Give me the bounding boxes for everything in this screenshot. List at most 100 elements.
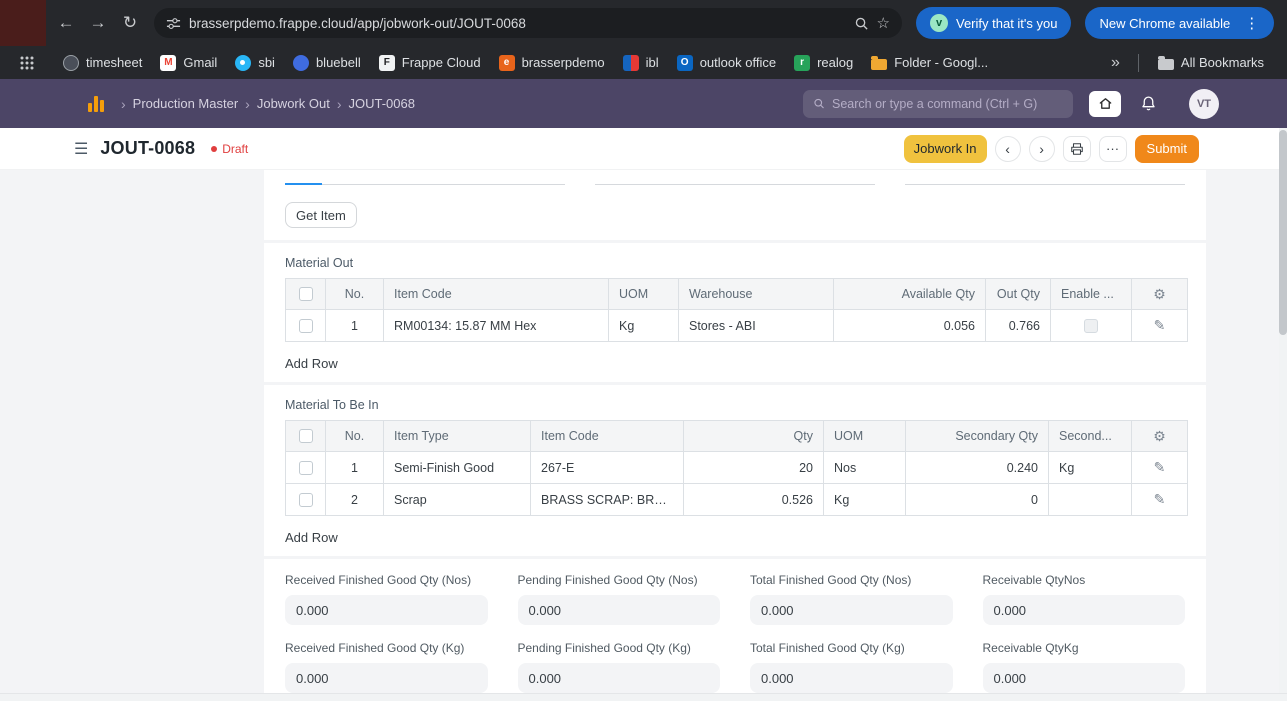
cell-qty[interactable]: 0.526 [683,483,824,516]
all-bookmarks-button[interactable]: All Bookmarks [1149,52,1273,73]
bell-icon [1141,96,1155,111]
cell-warehouse[interactable]: Stores - ABI [678,309,834,342]
field-total-fg-nos: Total Finished Good Qty (Nos) 0.000 [750,573,953,625]
bookmarks-overflow-icon[interactable]: » [1103,52,1128,74]
next-document-button[interactable]: › [1028,135,1055,162]
notifications-button[interactable] [1137,93,1159,115]
cell-uom[interactable]: Nos [823,451,906,484]
row-checkbox[interactable] [298,460,313,475]
reload-icon[interactable]: ↻ [114,7,146,39]
material-out-add-row-button[interactable]: Add Row [277,350,346,376]
browser-menu-icon[interactable]: ⋮ [1244,14,1260,32]
bookmark-label: ibl [645,55,659,70]
horizontal-scrollbar[interactable] [0,693,1287,701]
bookmark-label: Frappe Cloud [401,55,481,70]
form-card: Get Item Material Out No. Item Code UOM … [264,170,1206,701]
bookmark-label: Folder - Googl... [894,55,989,70]
get-item-button[interactable]: Get Item [285,202,357,228]
breadcrumb-jobwork-out[interactable]: Jobwork Out [257,96,330,111]
table-row[interactable]: 2 Scrap BRASS SCRAP: BRASS ... 0.526 Kg … [285,483,1188,516]
row-checkbox[interactable] [298,318,313,333]
cell-secondary-uom[interactable]: Kg [1048,451,1132,484]
bookmark-sbi[interactable]: sbi [226,52,284,74]
verify-identity-button[interactable]: v Verify that it's you [916,7,1072,39]
print-button[interactable] [1062,135,1091,162]
grid-settings-gear-icon[interactable]: ⚙ [1153,286,1166,302]
bookmark-realog[interactable]: r realog [785,52,862,74]
cell-item-code[interactable]: BRASS SCRAP: BRASS ... [530,483,684,516]
form-field-underline[interactable] [595,171,875,185]
bluebell-favicon-icon [292,54,309,71]
search-lens-icon[interactable] [854,16,869,31]
global-search[interactable] [803,89,1073,118]
row-checkbox[interactable] [298,492,313,507]
back-icon[interactable]: ← [50,7,82,39]
menu-ellipsis-button[interactable]: ··· [1098,135,1127,162]
edit-row-pencil-icon[interactable]: ✎ [1154,459,1166,475]
cell-secondary-qty[interactable]: 0.240 [905,451,1049,484]
cell-uom[interactable]: Kg [823,483,906,516]
cell-qty[interactable]: 20 [683,451,824,484]
col-secondary-uom: Second... [1048,420,1132,452]
select-all-checkbox[interactable] [298,287,313,302]
grid-settings-gear-icon[interactable]: ⚙ [1153,428,1166,444]
bookmark-outlook-office[interactable]: O outlook office [668,52,785,74]
apps-grid-icon[interactable] [14,53,40,73]
breadcrumb-production-master[interactable]: Production Master [133,96,239,111]
field-label: Total Finished Good Qty (Nos) [750,573,912,587]
select-all-checkbox[interactable] [298,429,313,444]
gmail-favicon-icon: M [160,54,177,71]
col-no: No. [325,278,384,310]
form-field-underline[interactable] [905,171,1185,185]
browser-toolbar: ← → ↻ brasserpdemo.frappe.cloud/app/jobw… [0,0,1287,46]
cell-item-type[interactable]: Scrap [383,483,531,516]
col-item-code: Item Code [530,420,684,452]
material-out-table: No. Item Code UOM Warehouse Available Qt… [285,278,1188,342]
vertical-scrollbar[interactable] [1279,128,1287,693]
forward-icon[interactable]: → [82,7,114,39]
app-logo-icon[interactable] [88,95,104,112]
field-receivable-qty-nos: Receivable QtyNos 0.000 [982,573,1185,625]
jobwork-in-button[interactable]: Jobwork In [903,134,987,163]
bookmark-brasserpdemo[interactable]: e brasserpdemo [490,52,614,74]
submit-button[interactable]: Submit [1134,134,1199,163]
cell-item-code[interactable]: RM00134: 15.87 MM Hex [383,309,609,342]
cell-secondary-qty[interactable]: 0 [905,483,1049,516]
edit-row-pencil-icon[interactable]: ✎ [1154,491,1166,507]
cell-secondary-uom[interactable] [1048,483,1132,516]
cell-item-code[interactable]: 267-E [530,451,684,484]
bookmark-star-icon[interactable]: ☆ [877,14,890,32]
site-settings-icon[interactable] [166,16,181,31]
sidebar-toggle-icon[interactable]: ☰ [74,139,88,159]
cell-item-type[interactable]: Semi-Finish Good [383,451,531,484]
chrome-update-button[interactable]: New Chrome available ⋮ [1085,7,1275,39]
cell-out-qty[interactable]: 0.766 [985,309,1051,342]
search-icon [814,98,824,109]
cell-uom[interactable]: Kg [608,309,679,342]
bookmark-ibl[interactable]: ibl [614,52,668,74]
url-text[interactable]: brasserpdemo.frappe.cloud/app/jobwork-ou… [189,16,846,31]
bookmark-timesheet[interactable]: timesheet [54,52,151,74]
home-button[interactable] [1089,90,1121,117]
table-row[interactable]: 1 Semi-Finish Good 267-E 20 Nos 0.240 Kg… [285,451,1188,484]
form-field-underline[interactable] [285,171,565,185]
col-uom: UOM [823,420,906,452]
breadcrumb-current-doc[interactable]: JOUT-0068 [349,96,415,111]
user-avatar[interactable]: VT [1189,88,1219,119]
bookmark-gmail[interactable]: M Gmail [151,52,226,74]
address-bar[interactable]: brasserpdemo.frappe.cloud/app/jobwork-ou… [154,8,902,38]
bookmark-frappe-cloud[interactable]: F Frappe Cloud [370,52,490,74]
cell-available-qty[interactable]: 0.056 [833,309,986,342]
col-item-type: Item Type [383,420,531,452]
edit-row-pencil-icon[interactable]: ✎ [1154,317,1166,333]
prev-document-button[interactable]: ‹ [994,135,1021,162]
bookmark-google-folder[interactable]: Folder - Googl... [862,52,997,73]
material-in-add-row-button[interactable]: Add Row [277,524,346,550]
bookmark-bluebell[interactable]: bluebell [284,52,370,74]
active-field-indicator [285,183,322,185]
vertical-scrollbar-thumb[interactable] [1279,130,1287,335]
status-badge: Draft [211,142,248,156]
global-search-input[interactable] [832,96,1063,111]
table-row[interactable]: 1 RM00134: 15.87 MM Hex Kg Stores - ABI … [285,309,1188,342]
cell-no: 2 [325,483,384,516]
